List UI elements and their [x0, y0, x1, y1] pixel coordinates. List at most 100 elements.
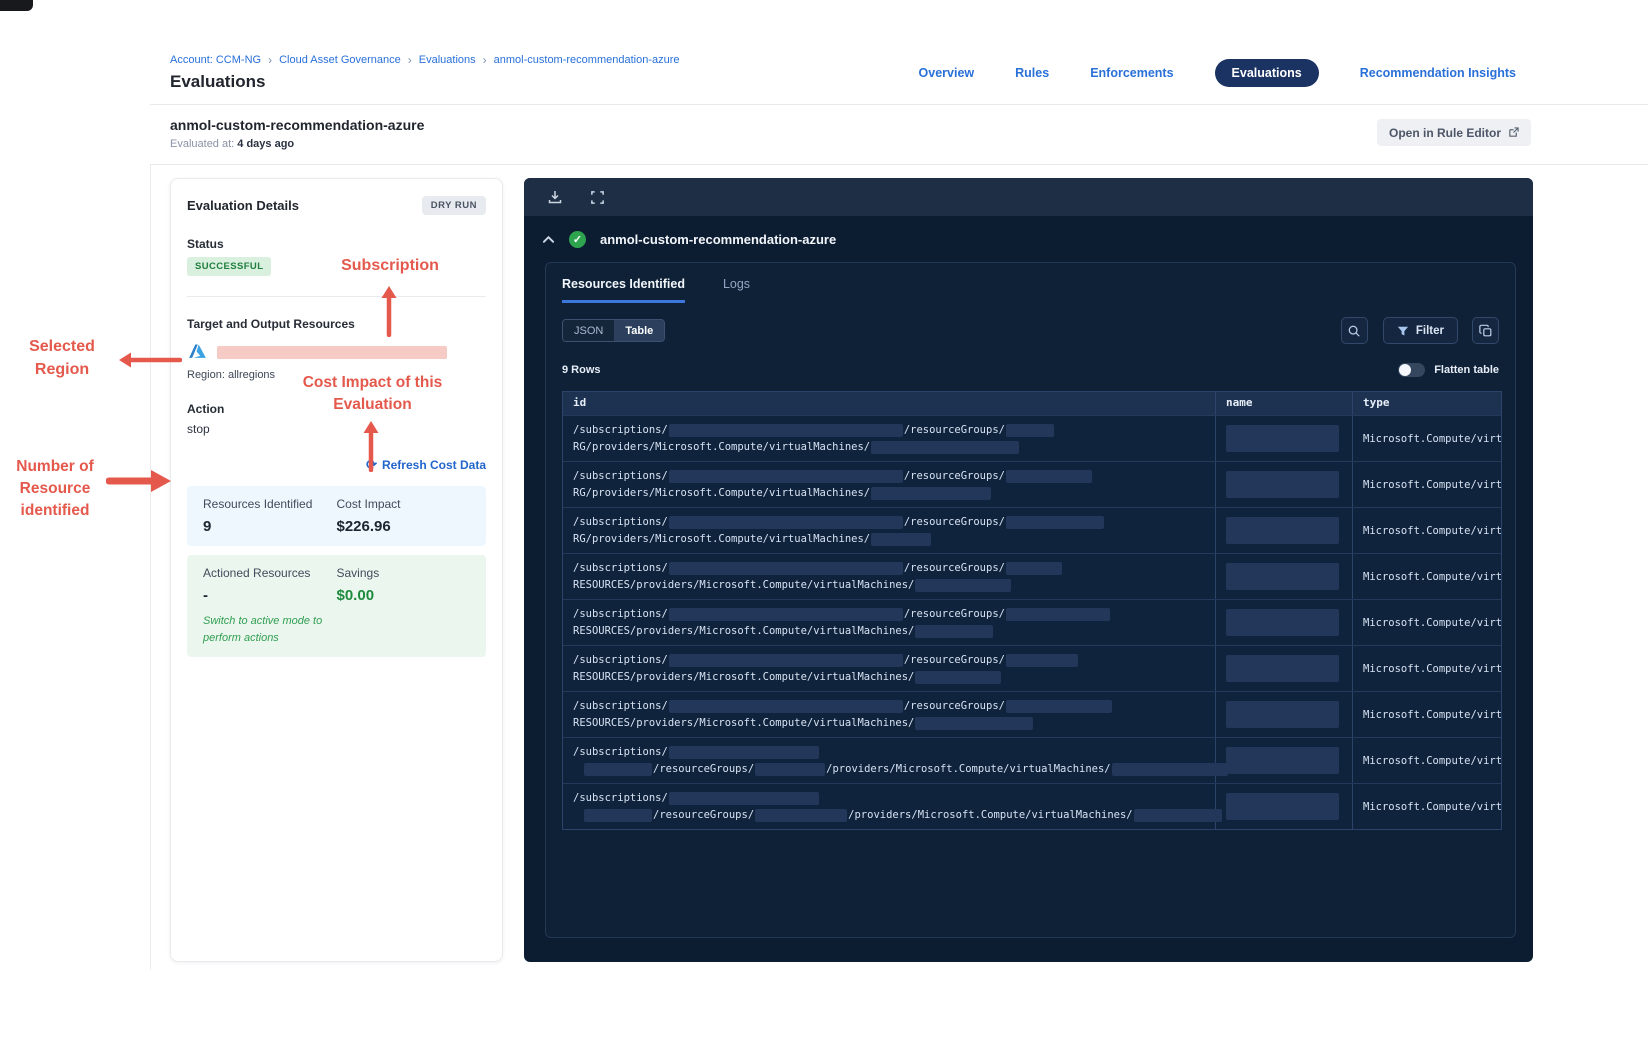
redacted-value	[1111, 762, 1228, 776]
top-nav: Overview Rules Enforcements Evaluations …	[919, 40, 1516, 105]
cell-name	[1216, 646, 1353, 691]
redacted-value	[668, 653, 903, 667]
subscription-arrow	[381, 286, 397, 337]
redacted-value	[668, 791, 819, 805]
redacted-value	[871, 440, 1020, 454]
table-row[interactable]: /subscriptions//resourceGroups/RG/provid…	[563, 461, 1501, 507]
fullscreen-button[interactable]	[588, 188, 606, 206]
redacted-value	[1005, 561, 1062, 575]
cell-type: Microsoft.Compute/virtu	[1363, 708, 1501, 721]
active-mode-note: Switch to active mode to perform actions	[203, 615, 323, 644]
table-row[interactable]: /subscriptions//resourceGroups/RG/provid…	[563, 415, 1501, 461]
cell-id: /subscriptions//resourceGroups/RG/provid…	[563, 462, 1216, 507]
redacted-value	[1226, 471, 1339, 498]
flatten-table-label: Flatten table	[1434, 364, 1499, 376]
details-divider	[187, 296, 486, 297]
filter-button[interactable]: Filter	[1382, 317, 1458, 344]
cell-id: /subscriptions//resourceGroups/RG/provid…	[563, 416, 1216, 461]
dry-run-badge: DRY RUN	[421, 196, 486, 215]
redacted-value	[584, 762, 652, 776]
table-row[interactable]: /subscriptions//resourceGroups/RESOURCES…	[563, 553, 1501, 599]
open-rule-editor-button[interactable]: Open in Rule Editor	[1376, 119, 1531, 146]
tab-overview[interactable]: Overview	[919, 66, 975, 80]
redacted-value	[871, 532, 932, 546]
identified-stats-box: Resources Identified 9 Cost Impact $226.…	[187, 486, 486, 546]
search-button[interactable]	[1340, 317, 1368, 344]
tab-logs[interactable]: Logs	[723, 277, 750, 303]
breadcrumb-governance[interactable]: Cloud Asset Governance	[279, 54, 401, 66]
open-rule-editor-label: Open in Rule Editor	[1388, 125, 1501, 140]
redacted-value	[1005, 469, 1092, 483]
tab-resources-identified[interactable]: Resources Identified	[562, 277, 685, 303]
redacted-value	[1005, 653, 1078, 667]
chevron-right-icon: ›	[268, 53, 273, 67]
tab-enforcements[interactable]: Enforcements	[1090, 66, 1173, 80]
column-header-type[interactable]: type	[1353, 392, 1501, 415]
cell-id: /subscriptions//resourceGroups//provider…	[563, 738, 1228, 783]
breadcrumb-evaluations[interactable]: Evaluations	[419, 54, 476, 66]
result-tabs: Resources Identified Logs	[562, 277, 1499, 303]
redacted-value	[668, 745, 819, 759]
actioned-stats-box: Actioned Resources - Savings $0.00 Switc…	[187, 555, 486, 657]
page-header: Account: CCM-NG › Cloud Asset Governance…	[150, 40, 1648, 105]
breadcrumb-rule-name[interactable]: anmol-custom-recommendation-azure	[494, 54, 680, 66]
view-json-option[interactable]: JSON	[563, 320, 615, 341]
flatten-table-toggle[interactable]	[1398, 363, 1426, 377]
evaluations-page: Account: CCM-NG › Cloud Asset Governance…	[0, 0, 1648, 1044]
window-corner-artifact	[0, 0, 33, 11]
redacted-value	[1226, 609, 1339, 636]
cell-id: /subscriptions//resourceGroups/RESOURCES…	[563, 600, 1216, 645]
chevron-up-icon[interactable]	[542, 235, 555, 244]
copy-icon	[1478, 324, 1491, 336]
cell-id: /subscriptions//resourceGroups/RG/provid…	[563, 508, 1216, 553]
redacted-value	[915, 624, 994, 638]
redacted-value	[668, 423, 903, 437]
table-row[interactable]: /subscriptions//resourceGroups/RG/provid…	[563, 507, 1501, 553]
annotation-resource-count: Number of Resource identified	[16, 458, 94, 519]
evaluation-details-card: Evaluation Details DRY RUN Status SUCCES…	[170, 178, 503, 962]
copy-button[interactable]	[1472, 317, 1499, 344]
cell-type: Microsoft.Compute/virtu	[1363, 754, 1501, 767]
column-header-name[interactable]: name	[1216, 392, 1353, 415]
column-header-id[interactable]: id	[563, 392, 1216, 415]
table-row[interactable]: /subscriptions//resourceGroups/RESOURCES…	[563, 645, 1501, 691]
tab-recommendation-insights[interactable]: Recommendation Insights	[1360, 66, 1516, 80]
annotation-cost-impact: Cost Impact of this Evaluation	[302, 374, 443, 413]
cell-id: /subscriptions//resourceGroups/RESOURCES…	[563, 554, 1216, 599]
redacted-value	[668, 469, 903, 483]
redacted-value	[1226, 563, 1339, 590]
table-row[interactable]: /subscriptions//resourceGroups//provider…	[563, 783, 1501, 829]
actioned-resources-label: Actioned Resources	[203, 566, 311, 580]
redacted-value	[915, 670, 1002, 684]
tab-evaluations[interactable]: Evaluations	[1214, 58, 1319, 87]
table-row[interactable]: /subscriptions//resourceGroups/RESOURCES…	[563, 691, 1501, 737]
redacted-value	[1226, 517, 1339, 544]
redacted-value	[668, 699, 903, 713]
resources-identified-value: 9	[203, 518, 212, 535]
redacted-value	[1226, 655, 1339, 682]
cell-name	[1216, 692, 1353, 737]
breadcrumb-account[interactable]: Account: CCM-NG	[170, 54, 261, 66]
redacted-value	[1005, 423, 1054, 437]
view-table-option[interactable]: Table	[614, 320, 665, 341]
actioned-resources-value: -	[203, 587, 208, 604]
download-button[interactable]	[546, 188, 564, 206]
status-badge: SUCCESSFUL	[187, 257, 272, 276]
redacted-value	[584, 808, 652, 822]
evaluation-subheader: anmol-custom-recommendation-azure Evalua…	[150, 105, 1648, 165]
table-row[interactable]: /subscriptions//resourceGroups//provider…	[563, 737, 1501, 783]
evaluation-result-header[interactable]: ✓ anmol-custom-recommendation-azure	[524, 216, 1533, 262]
annotation-selected-region: Selected Region	[29, 338, 95, 378]
table-row[interactable]: /subscriptions//resourceGroups/RESOURCES…	[563, 599, 1501, 645]
redacted-value	[1005, 607, 1110, 621]
cell-name	[1216, 738, 1353, 783]
view-mode-toggle: JSON Table	[562, 319, 666, 342]
cell-type: Microsoft.Compute/virtu	[1363, 432, 1501, 445]
redacted-value	[915, 578, 1012, 592]
tab-rules[interactable]: Rules	[1015, 66, 1049, 80]
redacted-value	[668, 607, 903, 621]
redacted-value	[668, 561, 903, 575]
redacted-value	[1005, 699, 1112, 713]
refresh-cost-data-link[interactable]: ⟳ Refresh Cost Data	[187, 457, 486, 473]
cost-impact-arrow	[363, 421, 379, 472]
